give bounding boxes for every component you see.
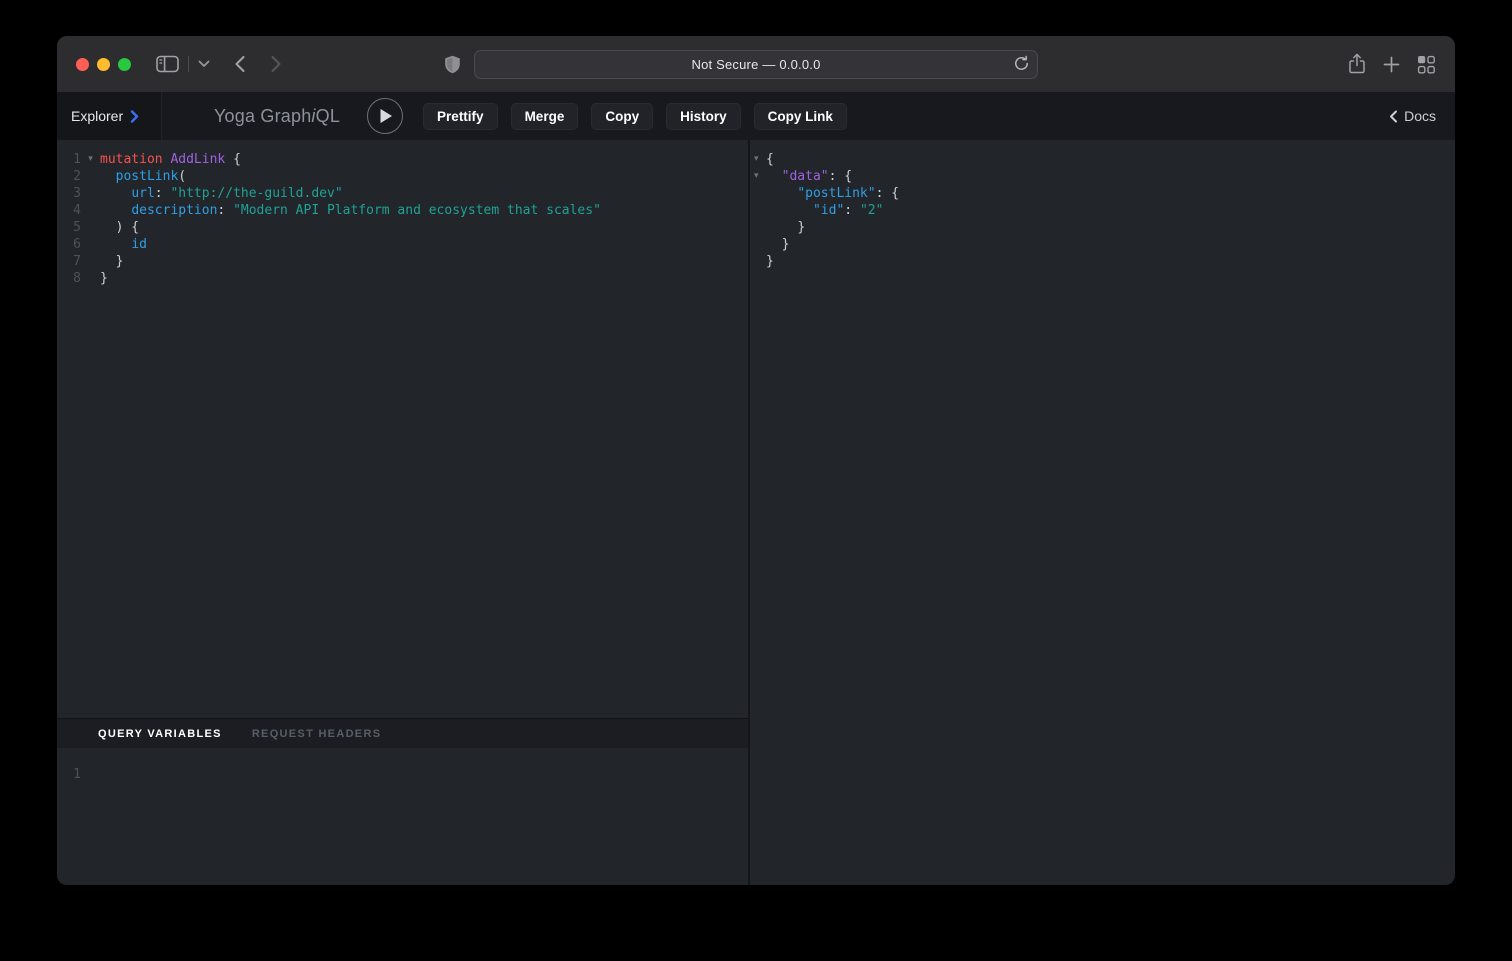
line-number: 2 <box>57 168 81 185</box>
fold-gutter <box>81 202 100 219</box>
fold-arrow-icon[interactable]: ▾ <box>750 151 766 168</box>
tab-query-variables[interactable]: QUERY VARIABLES <box>98 728 222 740</box>
line-number: 3 <box>57 185 81 202</box>
back-button-icon[interactable] <box>234 55 246 73</box>
code-text: } <box>766 219 805 236</box>
code-line: 6 id <box>57 236 748 253</box>
sidebar-toggle-icon[interactable] <box>156 55 179 73</box>
copy-button[interactable]: Copy <box>591 103 653 130</box>
code-line: 5 ) { <box>57 219 748 236</box>
play-icon <box>378 108 393 124</box>
main-split: 1▾mutation AddLink {2 postLink(3 url: "h… <box>57 140 1455 885</box>
code-line: } <box>750 236 1455 253</box>
code-text: "postLink": { <box>766 185 899 202</box>
line-number: 8 <box>57 270 81 287</box>
fold-gutter <box>81 185 100 202</box>
code-line: } <box>750 219 1455 236</box>
share-icon[interactable] <box>1348 53 1366 75</box>
reload-icon[interactable] <box>1013 55 1030 72</box>
fold-gutter <box>81 270 100 287</box>
code-line: 4 description: "Modern API Platform and … <box>57 202 748 219</box>
traffic-lights <box>76 58 131 71</box>
graphiql-toolbar: Explorer Yoga GraphiQL Prettify Merge Co… <box>57 92 1455 140</box>
fold-gutter <box>750 219 766 236</box>
code-text: "id": "2" <box>766 202 883 219</box>
code-line: 8} <box>57 270 748 287</box>
toolbar-buttons: Prettify Merge Copy History Copy Link <box>423 103 847 130</box>
fold-gutter <box>750 236 766 253</box>
code-text: url: "http://the-guild.dev" <box>100 185 343 202</box>
code-line: 1▾mutation AddLink { <box>57 151 748 168</box>
close-window-button[interactable] <box>76 58 89 71</box>
fold-arrow-icon[interactable]: ▾ <box>750 168 766 185</box>
privacy-shield-icon[interactable] <box>444 55 461 74</box>
code-text: mutation AddLink { <box>100 151 241 168</box>
address-bar-text: Not Secure — 0.0.0.0 <box>691 57 820 72</box>
bottom-tabbar: QUERY VARIABLES REQUEST HEADERS <box>57 718 748 748</box>
code-text: } <box>100 270 108 287</box>
execute-play-button[interactable] <box>367 98 403 134</box>
fold-gutter <box>81 766 100 783</box>
fold-gutter <box>81 236 100 253</box>
tab-group-chevron-down-icon[interactable] <box>198 60 210 68</box>
chevron-right-icon <box>130 110 139 123</box>
address-bar[interactable]: Not Secure — 0.0.0.0 <box>474 50 1038 79</box>
docs-label: Docs <box>1404 108 1436 124</box>
code-text: { <box>766 151 774 168</box>
tab-overview-icon[interactable] <box>1417 55 1436 74</box>
tab-request-headers[interactable]: REQUEST HEADERS <box>252 728 382 740</box>
fold-gutter <box>750 185 766 202</box>
titlebar-right-icons <box>1348 36 1436 92</box>
fold-arrow-icon[interactable]: ▾ <box>81 151 100 168</box>
history-button[interactable]: History <box>666 103 741 130</box>
code-text: description: "Modern API Platform and ec… <box>100 202 601 219</box>
minimize-window-button[interactable] <box>97 58 110 71</box>
new-tab-plus-icon[interactable] <box>1383 56 1400 73</box>
docs-button[interactable]: Docs <box>1389 108 1436 124</box>
fold-gutter <box>750 202 766 219</box>
code-line: 7 } <box>57 253 748 270</box>
code-text: postLink( <box>100 168 186 185</box>
browser-titlebar: Not Secure — 0.0.0.0 <box>57 36 1455 92</box>
fold-gutter <box>81 253 100 270</box>
code-text: } <box>766 253 774 270</box>
code-line: 2 postLink( <box>57 168 748 185</box>
line-number: 4 <box>57 202 81 219</box>
code-line: } <box>750 253 1455 270</box>
explorer-label: Explorer <box>71 108 123 124</box>
explorer-toggle[interactable]: Explorer <box>57 92 162 140</box>
code-line: ▾ "data": { <box>750 168 1455 185</box>
line-number: 1 <box>57 766 81 783</box>
code-text: } <box>766 236 789 253</box>
query-variables-editor[interactable]: 1 <box>57 748 748 885</box>
forward-button-icon[interactable] <box>270 55 282 73</box>
code-line: "postLink": { <box>750 185 1455 202</box>
line-number: 6 <box>57 236 81 253</box>
zoom-window-button[interactable] <box>118 58 131 71</box>
line-number: 5 <box>57 219 81 236</box>
titlebar-divider <box>188 56 189 72</box>
code-line: "id": "2" <box>750 202 1455 219</box>
code-line: 3 url: "http://the-guild.dev" <box>57 185 748 202</box>
merge-button[interactable]: Merge <box>511 103 579 130</box>
fold-gutter <box>81 168 100 185</box>
fold-gutter <box>81 219 100 236</box>
chevron-left-icon <box>1389 110 1398 123</box>
prettify-button[interactable]: Prettify <box>423 103 498 130</box>
page-title: Yoga GraphiQL <box>214 106 340 127</box>
code-text: "data": { <box>766 168 852 185</box>
code-line: ▾{ <box>750 151 1455 168</box>
code-text: } <box>100 253 123 270</box>
copy-link-button[interactable]: Copy Link <box>754 103 847 130</box>
left-pane: 1▾mutation AddLink {2 postLink(3 url: "h… <box>57 140 748 885</box>
line-number: 7 <box>57 253 81 270</box>
response-pane: ▾{▾ "data": { "postLink": { "id": "2" } … <box>750 140 1455 885</box>
code-text: ) { <box>100 219 139 236</box>
code-line: 1 <box>57 766 748 783</box>
query-editor[interactable]: 1▾mutation AddLink {2 postLink(3 url: "h… <box>57 140 748 718</box>
line-number: 1 <box>57 151 81 168</box>
browser-window: Not Secure — 0.0.0.0 <box>57 36 1455 885</box>
fold-gutter <box>750 253 766 270</box>
code-text: id <box>100 236 147 253</box>
